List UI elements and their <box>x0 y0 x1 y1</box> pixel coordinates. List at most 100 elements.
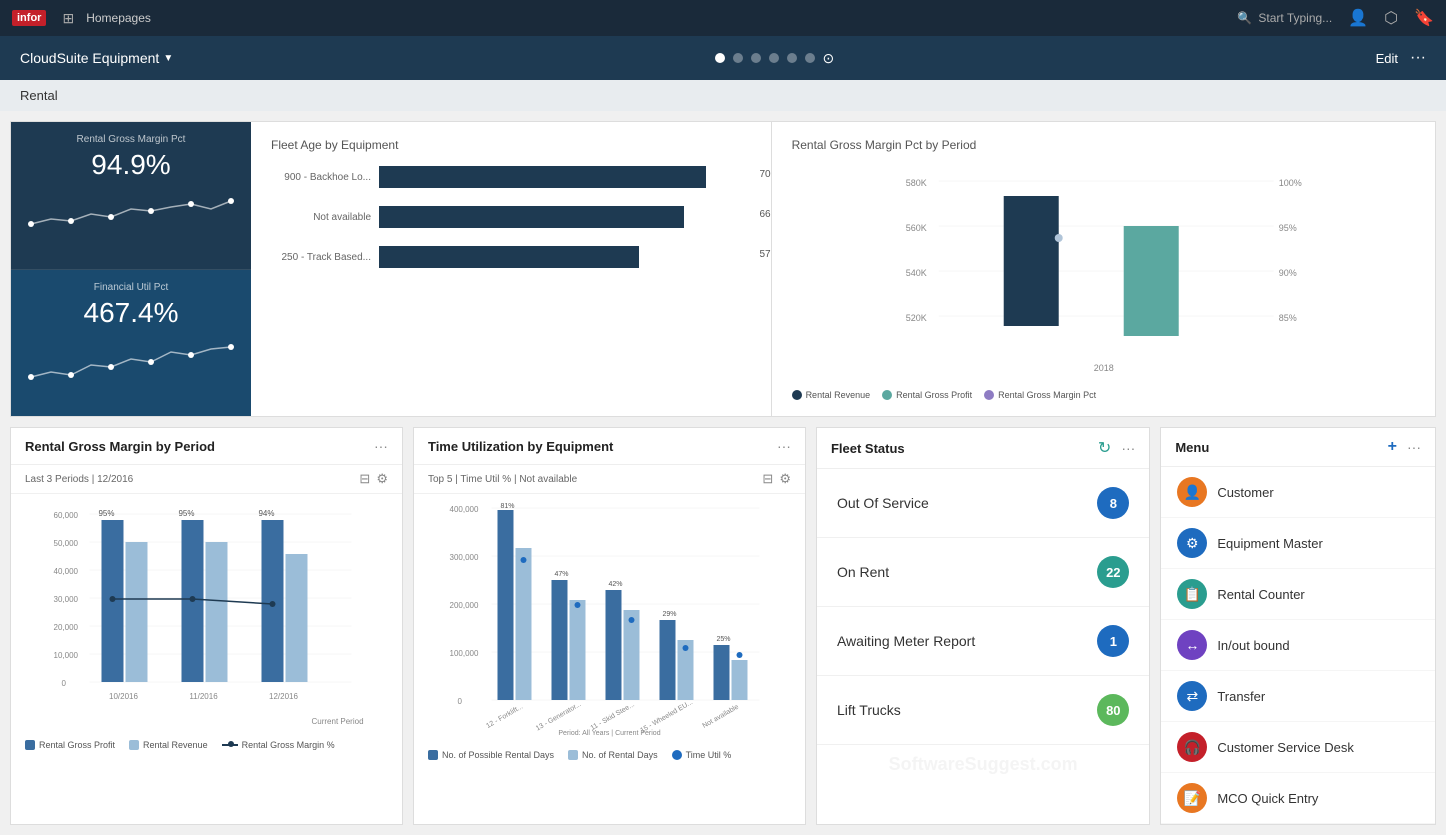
rental-margin-panel: Rental Gross Margin Pct by Period 580K 5… <box>772 122 1435 416</box>
menu-item-equipment-master[interactable]: ⚙ Equipment Master <box>1161 518 1435 569</box>
legend-revenue-2: Rental Revenue <box>129 740 208 750</box>
watermark: SoftwareSuggest.com <box>889 754 1078 775</box>
menu-widget: Menu + ··· 👤 Customer ⚙ Equipment Master… <box>1160 427 1436 825</box>
time-util-filter-icon[interactable]: ⊟ <box>762 471 773 487</box>
menu-header: Menu + ··· <box>1161 428 1435 467</box>
fleet-watermark-area: SoftwareSuggest.com <box>817 745 1149 765</box>
fleet-age-panel: Fleet Age by Equipment 900 - Backhoe Lo.… <box>251 122 772 416</box>
bar-row-2: Not available 66 <box>271 206 751 228</box>
svg-text:0: 0 <box>61 679 66 688</box>
legend-gross-profit-2: Rental Gross Profit <box>25 740 115 750</box>
svg-text:520K: 520K <box>905 313 926 323</box>
kpi-block-financial-util: Financial Util Pct 467.4% <box>11 270 251 417</box>
menu-item-inout-bound[interactable]: ↔ In/out bound <box>1161 620 1435 671</box>
menu-label-transfer: Transfer <box>1217 689 1265 704</box>
fleet-age-chart: 900 - Backhoe Lo... 70 Not available 66 … <box>271 166 751 268</box>
svg-text:90%: 90% <box>1278 268 1296 278</box>
app-title-caret: ▼ <box>163 53 173 64</box>
page-dot-3[interactable] <box>751 53 761 63</box>
page-next-arrow[interactable]: ⊙ <box>823 50 835 67</box>
time-util-settings-icon[interactable]: ⚙ <box>779 471 791 487</box>
share-icon[interactable]: ⬡ <box>1384 8 1398 28</box>
legend-possible-days: No. of Possible Rental Days <box>428 750 554 760</box>
rental-margin-svg: 580K 560K 540K 520K 100% 95% 90% 85% <box>792 166 1415 386</box>
menu-label-inout-bound: In/out bound <box>1217 638 1289 653</box>
bar-row-3: 250 - Track Based... 57 <box>271 246 751 268</box>
fleet-status-awaiting-meter: Awaiting Meter Report 1 <box>817 607 1149 676</box>
time-util-title: Time Utilization by Equipment <box>428 439 613 454</box>
filter-icon[interactable]: ⊟ <box>359 471 370 487</box>
kpi-sparkline-2 <box>27 337 235 387</box>
bar-row-1: 900 - Backhoe Lo... 70 <box>271 166 751 188</box>
top-navigation: infor ⊞ Homepages 🔍 Start Typing... 👤 ⬡ … <box>0 0 1446 36</box>
equipment-master-icon: ⚙ <box>1177 528 1207 558</box>
kpi-sparkline-1 <box>27 189 235 239</box>
page-dot-5[interactable] <box>787 53 797 63</box>
app-title[interactable]: CloudSuite Equipment ▼ <box>20 50 173 66</box>
menu-item-rental-counter[interactable]: 📋 Rental Counter <box>1161 569 1435 620</box>
time-util-more[interactable]: ··· <box>777 438 791 454</box>
rental-period-legend: Rental Gross Profit Rental Revenue Renta… <box>11 740 402 758</box>
svg-text:100,000: 100,000 <box>449 649 478 658</box>
svg-text:400,000: 400,000 <box>449 505 478 514</box>
menu-item-mco-quick-entry[interactable]: 📝 MCO Quick Entry <box>1161 773 1435 824</box>
svg-text:94%: 94% <box>258 509 274 518</box>
time-util-svg: 400,000 300,000 200,000 100,000 0 81% 47… <box>424 500 795 740</box>
fleet-badge-1[interactable]: 8 <box>1097 487 1129 519</box>
rental-counter-icon: 📋 <box>1177 579 1207 609</box>
fleet-badge-3[interactable]: 1 <box>1097 625 1129 657</box>
menu-item-customer[interactable]: 👤 Customer <box>1161 467 1435 518</box>
apps-icon[interactable]: ⊞ <box>62 10 74 27</box>
page-dot-4[interactable] <box>769 53 779 63</box>
menu-item-customer-service-desk[interactable]: 🎧 Customer Service Desk <box>1161 722 1435 773</box>
page-dot-2[interactable] <box>733 53 743 63</box>
svg-text:300,000: 300,000 <box>449 553 478 562</box>
svg-text:100%: 100% <box>1278 178 1301 188</box>
menu-item-transfer[interactable]: ⇄ Transfer <box>1161 671 1435 722</box>
time-util-legend: No. of Possible Rental Days No. of Renta… <box>414 750 805 768</box>
search-icon[interactable]: 🔍 <box>1237 11 1252 25</box>
bottom-widgets-row: Rental Gross Margin by Period ··· Last 3… <box>10 427 1436 825</box>
rental-period-svg: 60,000 50,000 40,000 30,000 20,000 10,00… <box>25 504 388 734</box>
legend-time-util-pct: Time Util % <box>672 750 732 760</box>
fleet-status-more[interactable]: ··· <box>1121 440 1135 456</box>
fleet-badge-4[interactable]: 80 <box>1097 694 1129 726</box>
user-icon[interactable]: 👤 <box>1348 8 1368 28</box>
rental-gross-margin-more[interactable]: ··· <box>374 438 388 454</box>
svg-text:47%: 47% <box>554 571 568 578</box>
fleet-status-title: Fleet Status <box>831 441 905 456</box>
svg-text:Period: All Years | Current Pe: Period: All Years | Current Period <box>558 730 660 737</box>
rental-gross-margin-widget: Rental Gross Margin by Period ··· Last 3… <box>10 427 403 825</box>
menu-more-button[interactable]: ··· <box>1407 439 1421 455</box>
bar-fill-2 <box>379 206 684 228</box>
edit-button[interactable]: Edit <box>1376 51 1398 66</box>
app-title-text: CloudSuite Equipment <box>20 50 159 66</box>
svg-text:540K: 540K <box>905 268 926 278</box>
svg-text:560K: 560K <box>905 223 926 233</box>
fleet-status-on-rent: On Rent 22 <box>817 538 1149 607</box>
fleet-status-header: Fleet Status ↻ ··· <box>817 428 1149 469</box>
fleet-badge-2[interactable]: 22 <box>1097 556 1129 588</box>
transfer-icon: ⇄ <box>1177 681 1207 711</box>
bar-label-3: 250 - Track Based... <box>271 252 371 263</box>
page-dot-6[interactable] <box>805 53 815 63</box>
menu-add-button[interactable]: + <box>1388 438 1397 456</box>
rental-period-chart-area: 60,000 50,000 40,000 30,000 20,000 10,00… <box>11 494 402 734</box>
time-util-chart-area: 400,000 300,000 200,000 100,000 0 81% 47… <box>414 494 805 744</box>
svg-text:2018: 2018 <box>1093 363 1113 373</box>
kpi-value-1: 94.9% <box>27 149 235 181</box>
svg-text:95%: 95% <box>1278 223 1296 233</box>
header-more-button[interactable]: ··· <box>1410 49 1426 67</box>
fleet-status-refresh-icon[interactable]: ↻ <box>1098 438 1111 458</box>
svg-text:200,000: 200,000 <box>449 601 478 610</box>
bookmark-icon[interactable]: 🔖 <box>1414 8 1434 28</box>
page-dot-1[interactable] <box>715 53 725 63</box>
svg-text:60,000: 60,000 <box>53 511 78 520</box>
fleet-status-widget: Fleet Status ↻ ··· Out Of Service 8 On R… <box>816 427 1150 825</box>
homepages-label[interactable]: Homepages <box>86 11 151 25</box>
svg-text:50,000: 50,000 <box>53 539 78 548</box>
svg-text:81%: 81% <box>500 503 514 510</box>
header-right: Edit ··· <box>1376 49 1426 67</box>
settings-icon[interactable]: ⚙ <box>376 471 388 487</box>
rental-gross-margin-subheader: Last 3 Periods | 12/2016 ⊟ ⚙ <box>11 465 402 494</box>
